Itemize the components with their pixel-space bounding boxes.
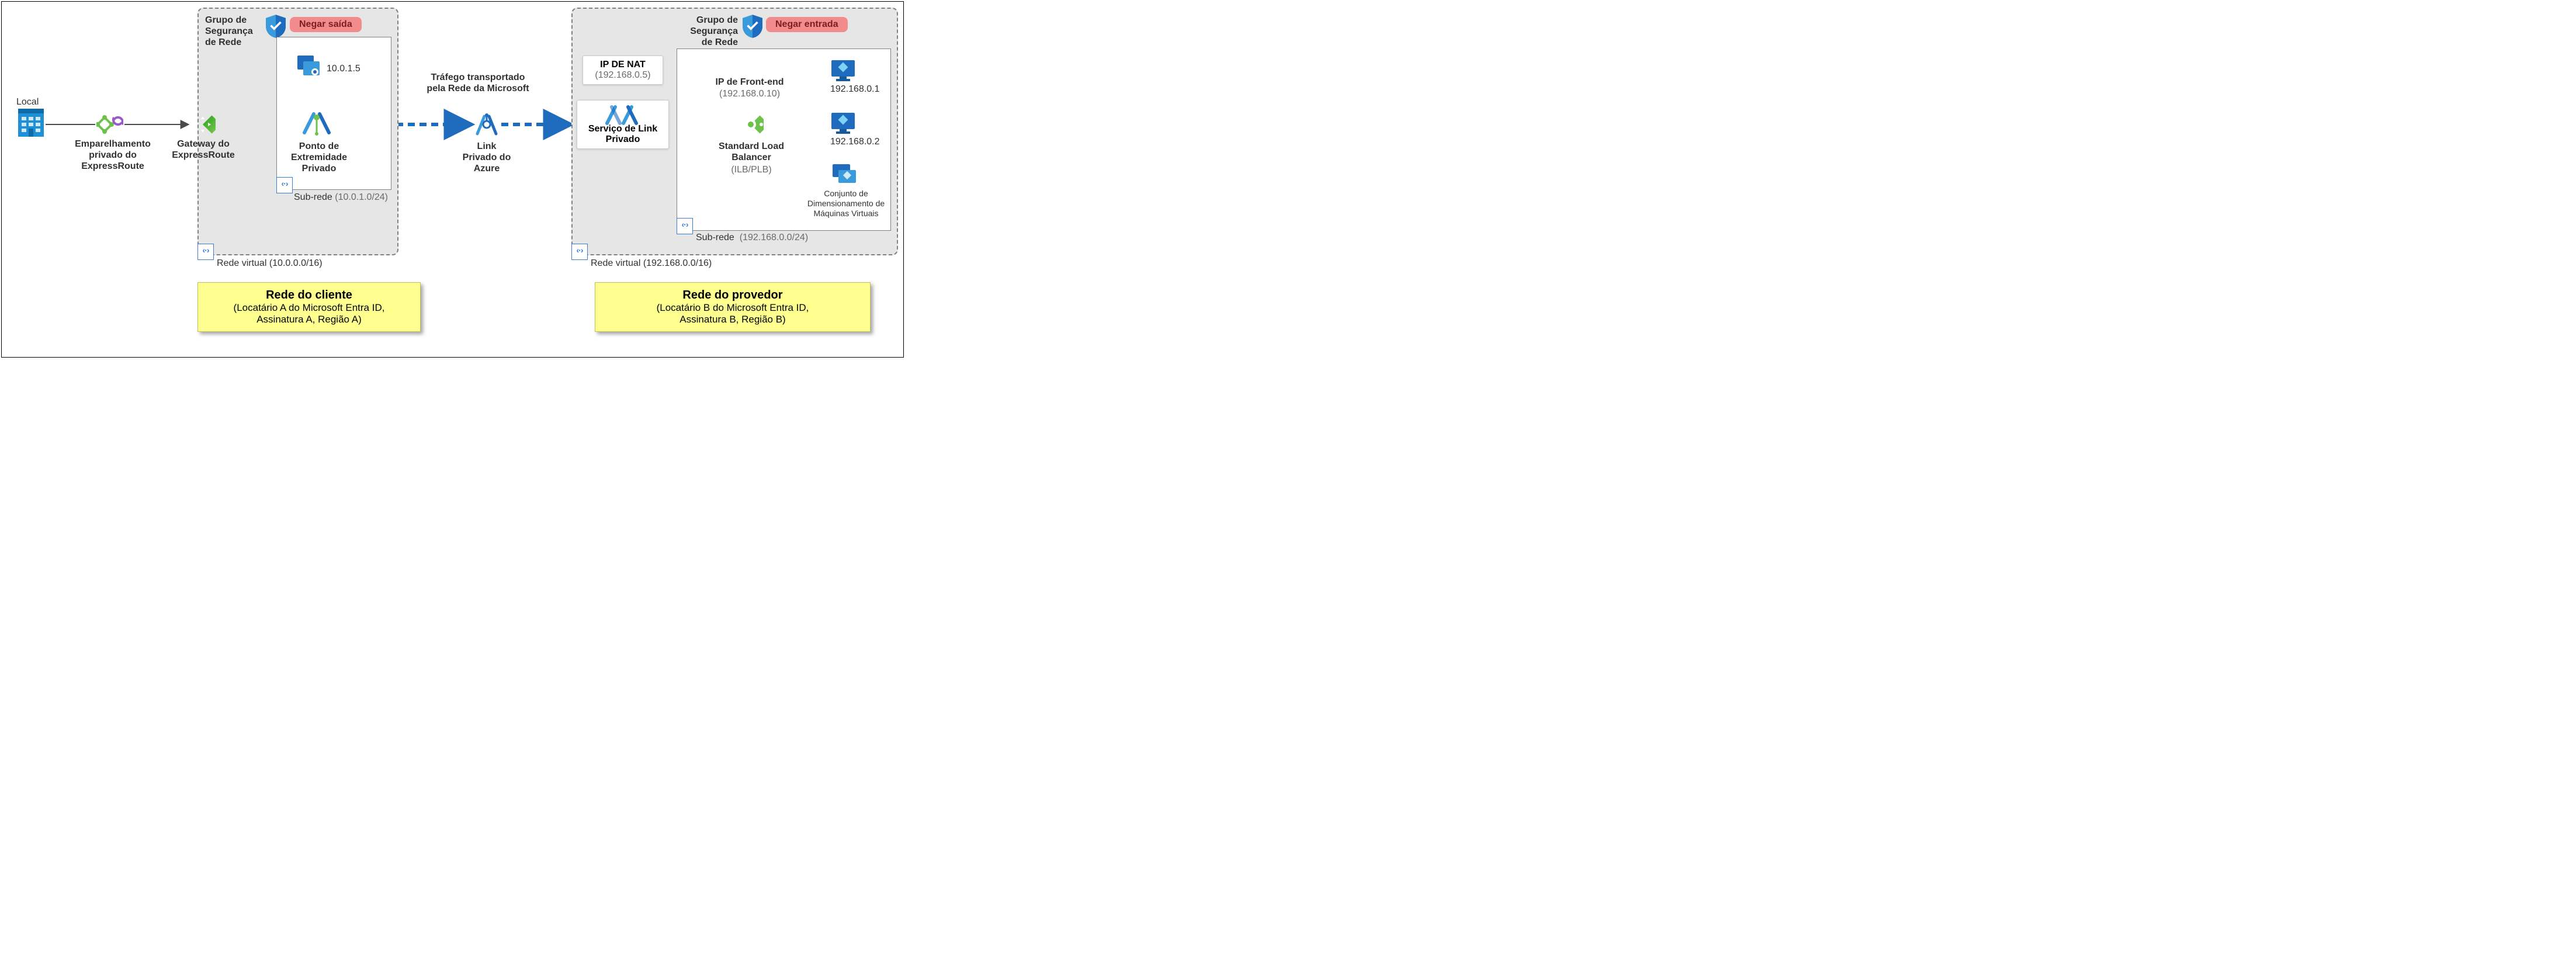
nat-title: IP DE NAT bbox=[590, 60, 656, 70]
vm1-ip: 192.168.0.1 bbox=[830, 84, 880, 95]
nic-icon bbox=[297, 56, 322, 78]
client-net-sub: (Locatário A do Microsoft Entra ID, Assi… bbox=[210, 302, 408, 325]
vm-icon-1 bbox=[831, 60, 855, 81]
client-network-box: Rede do cliente (Locatário A do Microsof… bbox=[197, 282, 421, 332]
vnet-left-label: Rede virtual (10.0.0.0/16) bbox=[217, 258, 323, 269]
shield-icon bbox=[266, 15, 286, 38]
azure-private-link-icon bbox=[474, 112, 500, 137]
vnet-right-label: Rede virtual (192.168.0.0/16) bbox=[591, 258, 712, 269]
building-icon bbox=[18, 109, 44, 137]
subnet-right-cidr: (192.168.0.0/24) bbox=[740, 233, 808, 242]
private-endpoint-icon bbox=[301, 110, 332, 136]
provider-net-title: Rede do provedor bbox=[607, 289, 858, 302]
subnet-left-cidr: (10.0.1.0/24) bbox=[335, 192, 388, 202]
pe-label: Ponto de Extremidade Privado bbox=[281, 141, 357, 175]
traffic-label: Tráfego transportado pela Rede da Micros… bbox=[419, 72, 536, 94]
fe-title: IP de Front-end bbox=[700, 77, 799, 88]
fe-ip: (192.168.0.10) bbox=[700, 88, 799, 99]
vm-icon-2 bbox=[831, 113, 855, 134]
pls-icon bbox=[605, 105, 639, 126]
nsg-right-title: Grupo de Segurança de Rede bbox=[685, 15, 738, 48]
provider-network-box: Rede do provedor (Locatário B do Microso… bbox=[595, 282, 871, 332]
diagram: Grupo de Segurança de Rede Negar saída S… bbox=[1, 1, 904, 358]
vm2-ip: 192.168.0.2 bbox=[830, 136, 880, 147]
deny-inbound-badge: Negar entrada bbox=[766, 17, 848, 32]
apl-label: Link Privado do Azure bbox=[455, 141, 519, 175]
nat-card: IP DE NAT (192.168.0.5) bbox=[583, 56, 663, 85]
pls-label: Serviço de Link Privado bbox=[584, 124, 661, 145]
nic-ip: 10.0.1.5 bbox=[327, 63, 360, 74]
vnet-icon-right bbox=[571, 244, 588, 260]
vmss-icon bbox=[833, 164, 858, 188]
load-balancer-icon bbox=[738, 112, 764, 137]
vmss-label: Conjunto de Dimensionamento de Máquinas … bbox=[802, 189, 890, 218]
subnet-icon-left bbox=[276, 177, 293, 193]
subnet-right-label: Sub-rede bbox=[696, 233, 734, 242]
subnet-left-label: Sub-rede (10.0.1.0/24) bbox=[294, 192, 388, 203]
deny-outbound-badge: Negar saída bbox=[290, 17, 362, 32]
nsg-left-title: Grupo de Segurança de Rede bbox=[205, 15, 253, 48]
slb-label: Standard Load Balancer bbox=[708, 141, 795, 163]
slb-sub: (ILB/PLB) bbox=[708, 164, 795, 175]
er-peering-icon bbox=[96, 114, 123, 134]
provider-net-sub: (Locatário B do Microsoft Entra ID, Assi… bbox=[607, 302, 858, 325]
local-label: Local bbox=[16, 96, 39, 108]
nat-ip: (192.168.0.5) bbox=[590, 70, 656, 81]
shield-icon-right bbox=[743, 15, 762, 38]
vnet-icon-left bbox=[197, 244, 214, 260]
subnet-left-text: Sub-rede bbox=[294, 192, 332, 202]
er-gateway-icon bbox=[190, 112, 216, 137]
er-peering-label: Emparelhamento privado do ExpressRoute bbox=[66, 138, 160, 172]
er-gateway-label: Gateway do ExpressRoute bbox=[165, 138, 241, 161]
subnet-right-text: Sub-rede (192.168.0.0/24) bbox=[696, 232, 808, 243]
client-net-title: Rede do cliente bbox=[210, 289, 408, 302]
subnet-icon-right bbox=[677, 218, 693, 234]
